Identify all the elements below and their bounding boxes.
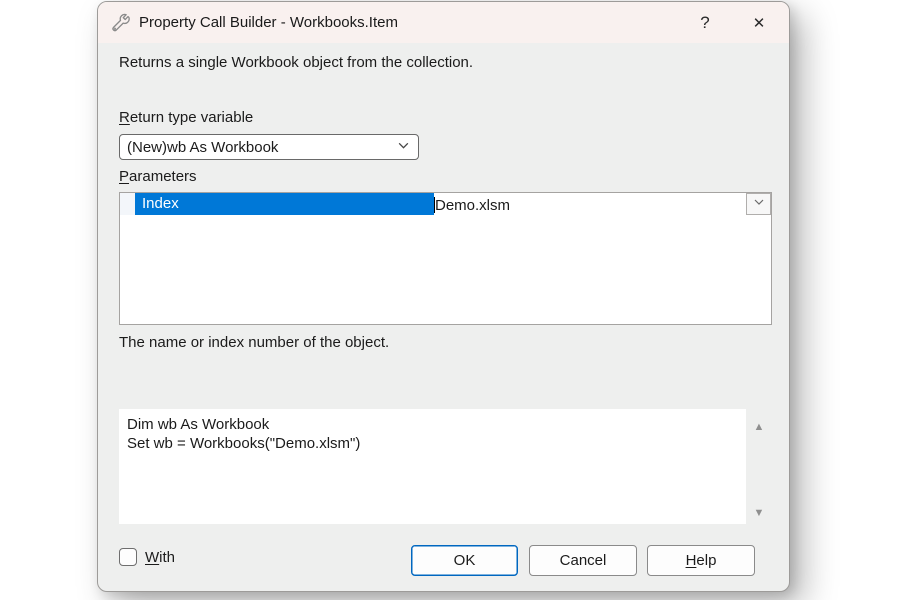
parameter-hint: The name or index number of the object. xyxy=(119,334,390,351)
help-label-accel: H xyxy=(685,552,697,569)
code-line: Dim wb As Workbook xyxy=(127,416,270,433)
title-bar[interactable]: Property Call Builder - Workbooks.Item ?… xyxy=(98,2,789,43)
parameter-value-text: Demo.xlsm xyxy=(435,196,511,214)
parameters-label: Parameters xyxy=(119,168,197,185)
parameters-grid[interactable]: Index Demo.xlsm xyxy=(119,192,772,325)
with-label-rest: ith xyxy=(159,548,176,566)
return-type-selected-value: (New)wb As Workbook xyxy=(127,138,279,156)
scroll-up-icon[interactable]: ▲ xyxy=(748,420,770,434)
help-button[interactable]: Help xyxy=(647,545,755,576)
with-label-accel: W xyxy=(145,548,160,566)
return-type-label-accel: R xyxy=(119,109,130,126)
parameter-value-dropdown-button[interactable] xyxy=(746,193,771,215)
parameters-label-accel: P xyxy=(119,168,130,185)
parameter-name-cell[interactable]: Index xyxy=(135,193,434,215)
return-type-label-rest: eturn type variable xyxy=(129,109,254,126)
with-label: With xyxy=(145,549,175,566)
help-label-rest: elp xyxy=(696,552,717,569)
dialog-body: Returns a single Workbook object from th… xyxy=(98,43,789,591)
chevron-down-icon xyxy=(753,195,765,213)
titlebar-help-button[interactable]: ? xyxy=(685,7,725,39)
parameter-value-cell[interactable]: Demo.xlsm xyxy=(434,193,746,215)
parameter-row: Index Demo.xlsm xyxy=(120,193,771,215)
return-type-label: Return type variable xyxy=(119,109,253,126)
chevron-down-icon xyxy=(397,139,410,156)
parameters-label-rest: arameters xyxy=(129,168,197,185)
wrench-icon xyxy=(110,12,131,33)
code-preview[interactable]: Dim wb As Workbook Set wb = Workbooks("D… xyxy=(119,409,746,524)
dialog-description: Returns a single Workbook object from th… xyxy=(119,54,474,71)
with-option: With xyxy=(119,548,175,566)
return-type-combobox[interactable]: (New)wb As Workbook xyxy=(119,134,419,160)
with-checkbox[interactable] xyxy=(119,548,137,566)
property-call-builder-dialog: Property Call Builder - Workbooks.Item ?… xyxy=(97,1,790,592)
scroll-down-icon[interactable]: ▼ xyxy=(748,506,770,520)
parameter-row-header[interactable] xyxy=(120,193,135,215)
close-icon[interactable]: ✕ xyxy=(739,7,779,39)
ok-button[interactable]: OK xyxy=(411,545,518,576)
cancel-button[interactable]: Cancel xyxy=(529,545,637,576)
code-line: Set wb = Workbooks("Demo.xlsm") xyxy=(127,435,361,452)
dialog-title: Property Call Builder - Workbooks.Item xyxy=(139,14,398,31)
